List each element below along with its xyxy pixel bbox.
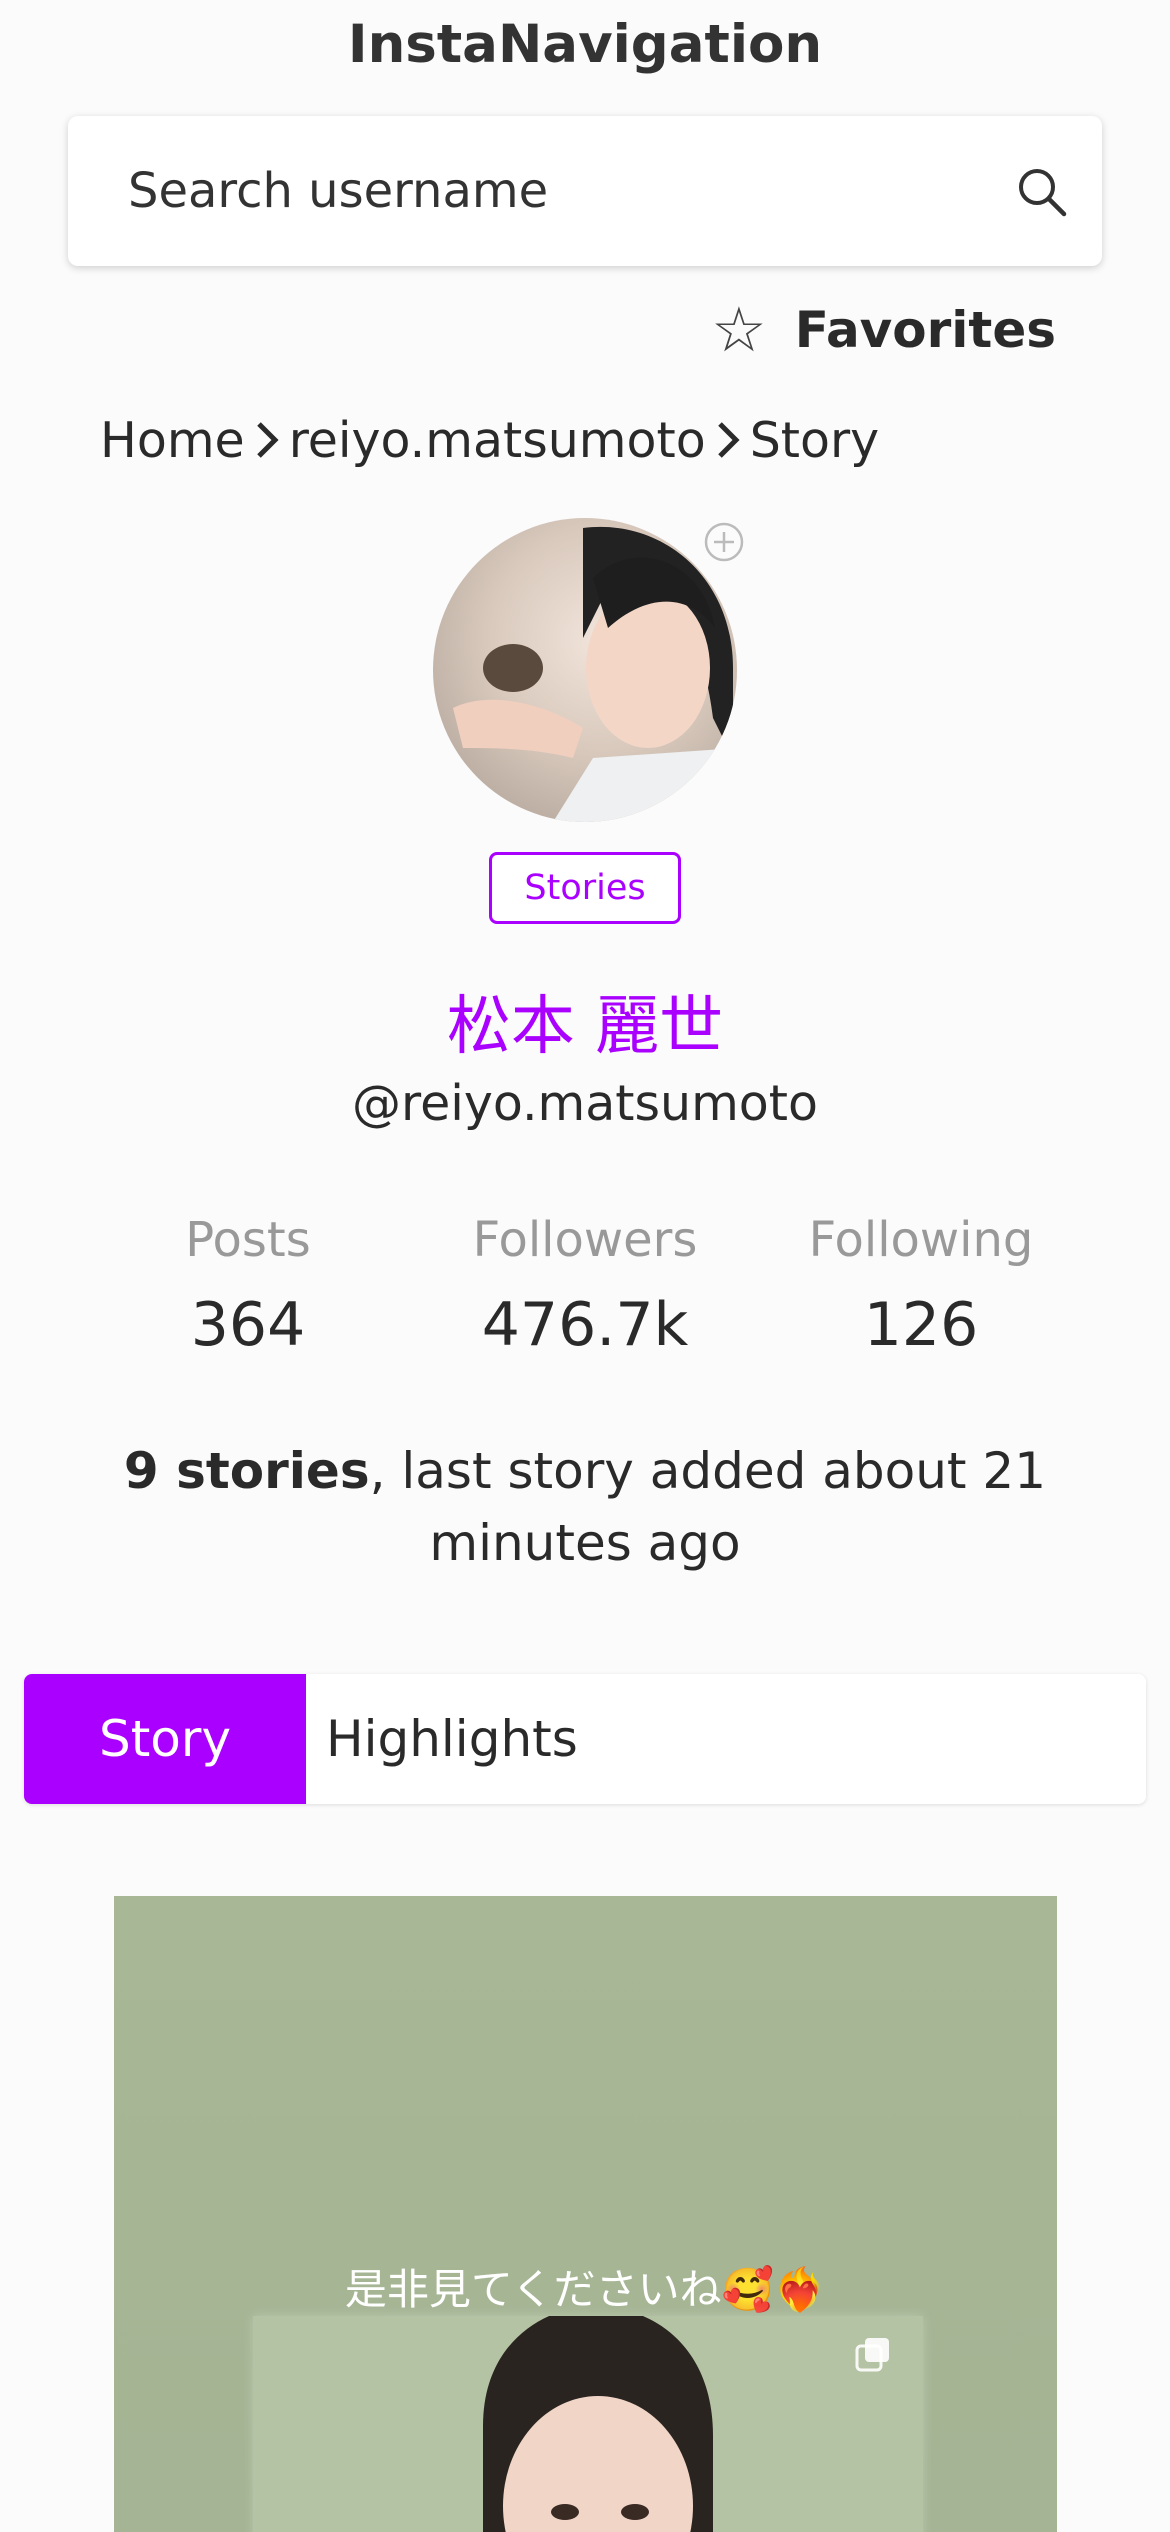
avatar[interactable] xyxy=(433,518,737,822)
search-icon[interactable] xyxy=(1016,166,1068,218)
story-photo-image xyxy=(483,2306,713,2532)
favorites-label: Favorites xyxy=(794,301,1056,359)
story-tabs: Story Highlights xyxy=(24,1674,1146,1804)
tab-story[interactable]: Story xyxy=(24,1674,306,1804)
stat-label: Followers xyxy=(472,1212,698,1268)
star-outline-icon: ☆ xyxy=(711,293,767,366)
stat-value: 364 xyxy=(190,1290,306,1360)
breadcrumb-profile[interactable]: reiyo.matsumoto xyxy=(289,412,706,469)
stat-value: 476.7k xyxy=(481,1290,689,1360)
favorites-button[interactable]: ☆ Favorites xyxy=(711,290,1056,370)
stat-value: 126 xyxy=(863,1290,979,1360)
breadcrumb-current: Story xyxy=(749,411,880,469)
stat-label: Posts xyxy=(185,1212,311,1268)
stories-last-added: , last story added about 21 minutes ago xyxy=(369,1442,1047,1572)
stat-posts: Posts 364 xyxy=(98,1212,398,1360)
story-card[interactable]: 是非見てくださいね🥰❤️‍🔥 xyxy=(114,1896,1057,2532)
multiple-media-icon xyxy=(855,2338,889,2372)
stories-count: 9 stories xyxy=(123,1442,370,1500)
avatar-photo xyxy=(453,526,737,822)
profile-username: @reiyo.matsumoto xyxy=(352,1075,818,1132)
story-caption: 是非見てくださいね🥰❤️‍🔥 xyxy=(344,2265,827,2314)
app-title[interactable]: InstaNavigation xyxy=(0,14,1170,75)
chevron-right-icon xyxy=(717,422,740,458)
breadcrumb: Home reiyo.matsumoto Story xyxy=(100,400,879,480)
stat-followers: Followers 476.7k xyxy=(435,1212,735,1360)
stat-following: Following 126 xyxy=(771,1212,1071,1360)
breadcrumb-home[interactable]: Home xyxy=(100,412,245,469)
search-input[interactable] xyxy=(128,116,1008,266)
stories-summary: 9 stories, last story added about 21 min… xyxy=(30,1435,1140,1579)
search-box[interactable] xyxy=(68,116,1102,266)
profile-display-name: 松本 麗世 xyxy=(446,990,724,1064)
tab-highlights[interactable]: Highlights xyxy=(306,1674,578,1804)
chevron-right-icon xyxy=(256,422,279,458)
stories-badge[interactable]: Stories xyxy=(489,852,681,924)
story-photo xyxy=(253,2306,923,2532)
page: InstaNavigation ☆ Favorites Home reiyo.m… xyxy=(0,0,1170,2532)
stat-label: Following xyxy=(808,1212,1034,1268)
add-favorite-icon[interactable] xyxy=(702,520,746,564)
